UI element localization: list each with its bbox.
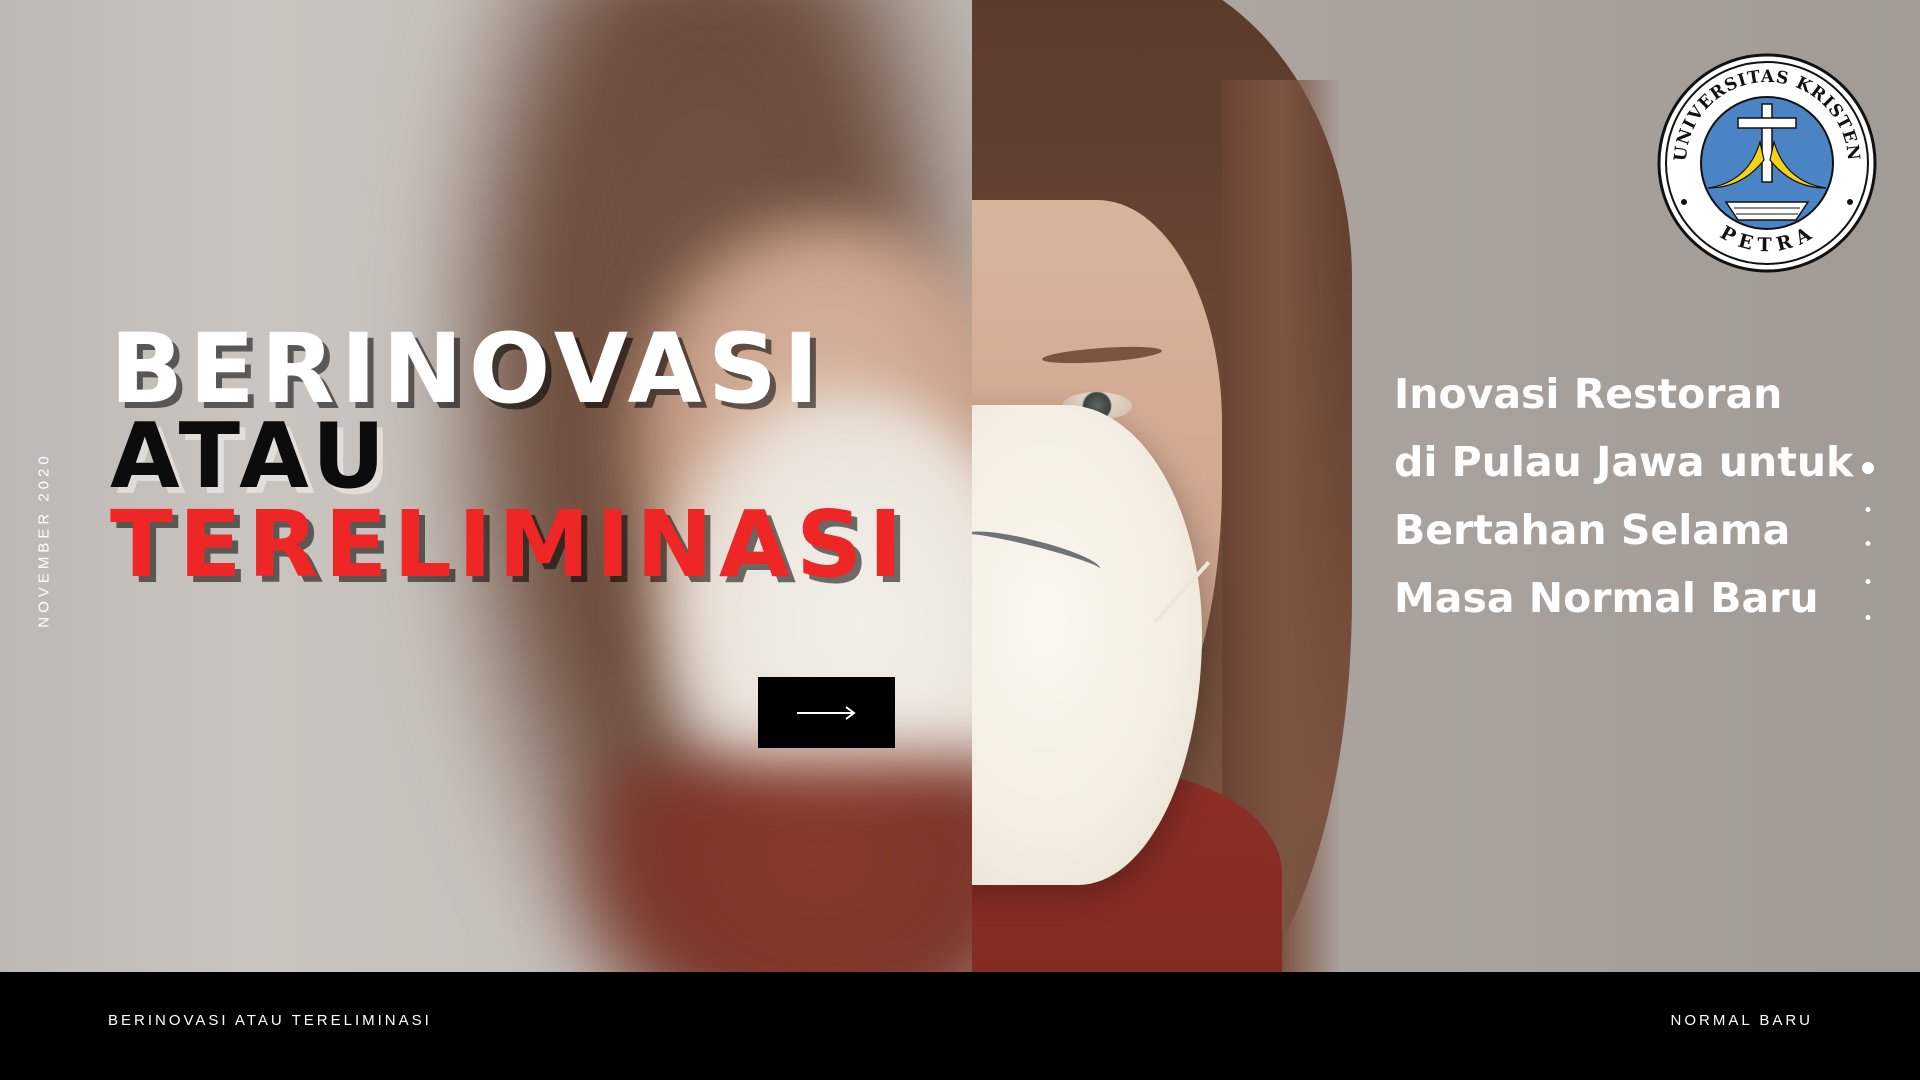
pagination-dot-4[interactable] xyxy=(1865,579,1871,584)
right-arrow-icon xyxy=(796,705,856,720)
headline: BERINOVASI ATAU TERELIMINASI xyxy=(110,313,909,598)
pagination-dot-1[interactable] xyxy=(1862,462,1874,474)
date-label: NOVEMBER 2020 xyxy=(35,452,53,628)
subtitle-line-2: di Pulau Jawa untuk xyxy=(1394,438,1854,486)
pagination-dot-2[interactable] xyxy=(1865,507,1871,512)
university-logo: UNIVERSITAS KRISTEN PETRA xyxy=(1656,52,1878,274)
footer-section-label: NORMAL BARU xyxy=(1670,1012,1813,1029)
headline-line-1: BERINOVASI xyxy=(110,313,825,425)
next-button[interactable] xyxy=(758,677,895,748)
footer-title: BERINOVASI ATAU TERELIMINASI xyxy=(108,1012,432,1029)
headline-line-3: TERELIMINASI xyxy=(110,491,909,598)
headline-line-2: ATAU xyxy=(110,404,392,509)
university-seal-icon: UNIVERSITAS KRISTEN PETRA xyxy=(1657,53,1877,273)
pagination-dot-5[interactable] xyxy=(1865,615,1871,620)
subtitle: Inovasi Restoran di Pulau Jawa untuk Ber… xyxy=(1394,360,1853,632)
pagination-dot-3[interactable] xyxy=(1865,541,1871,546)
subtitle-line-1: Inovasi Restoran xyxy=(1394,370,1783,418)
subtitle-line-4: Masa Normal Baru xyxy=(1394,574,1819,622)
subtitle-line-3: Bertahan Selama xyxy=(1394,506,1791,554)
